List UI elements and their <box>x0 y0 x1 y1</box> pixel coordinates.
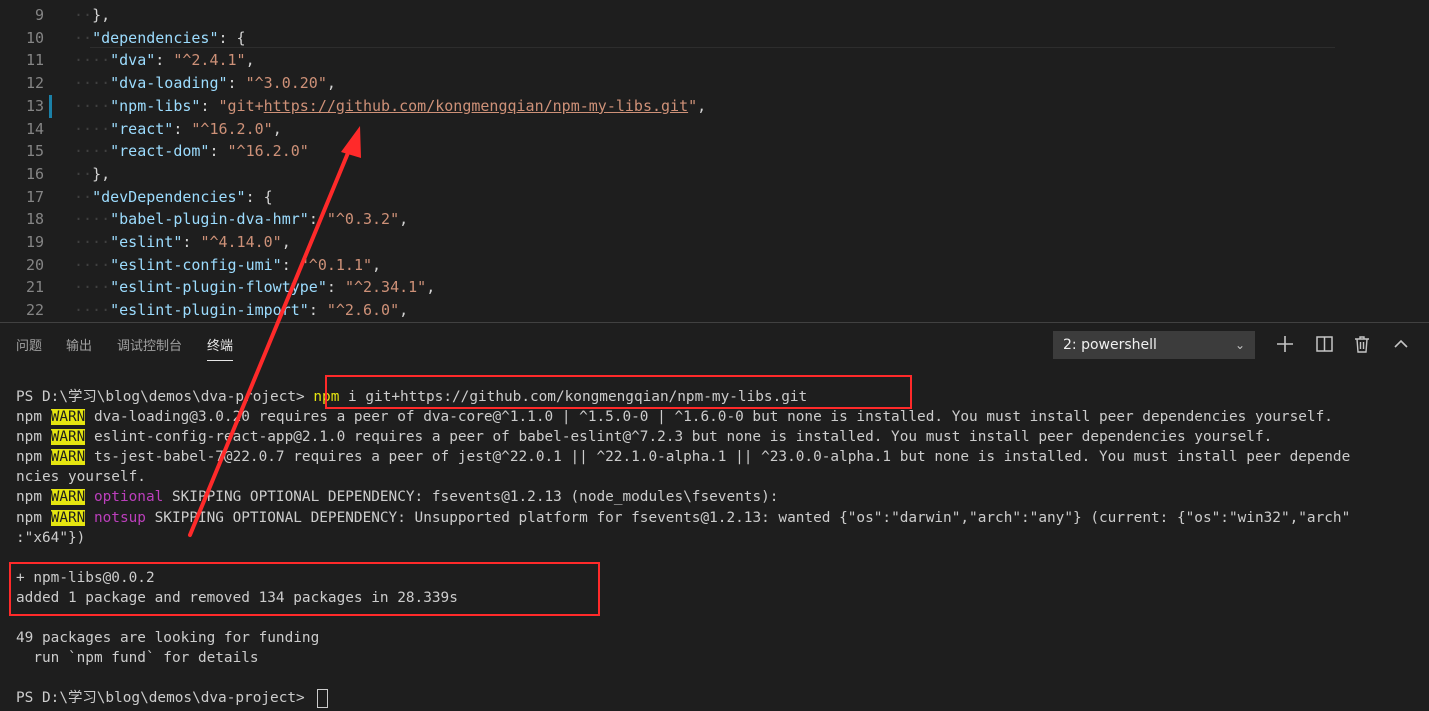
annotation-arrow <box>188 126 361 537</box>
